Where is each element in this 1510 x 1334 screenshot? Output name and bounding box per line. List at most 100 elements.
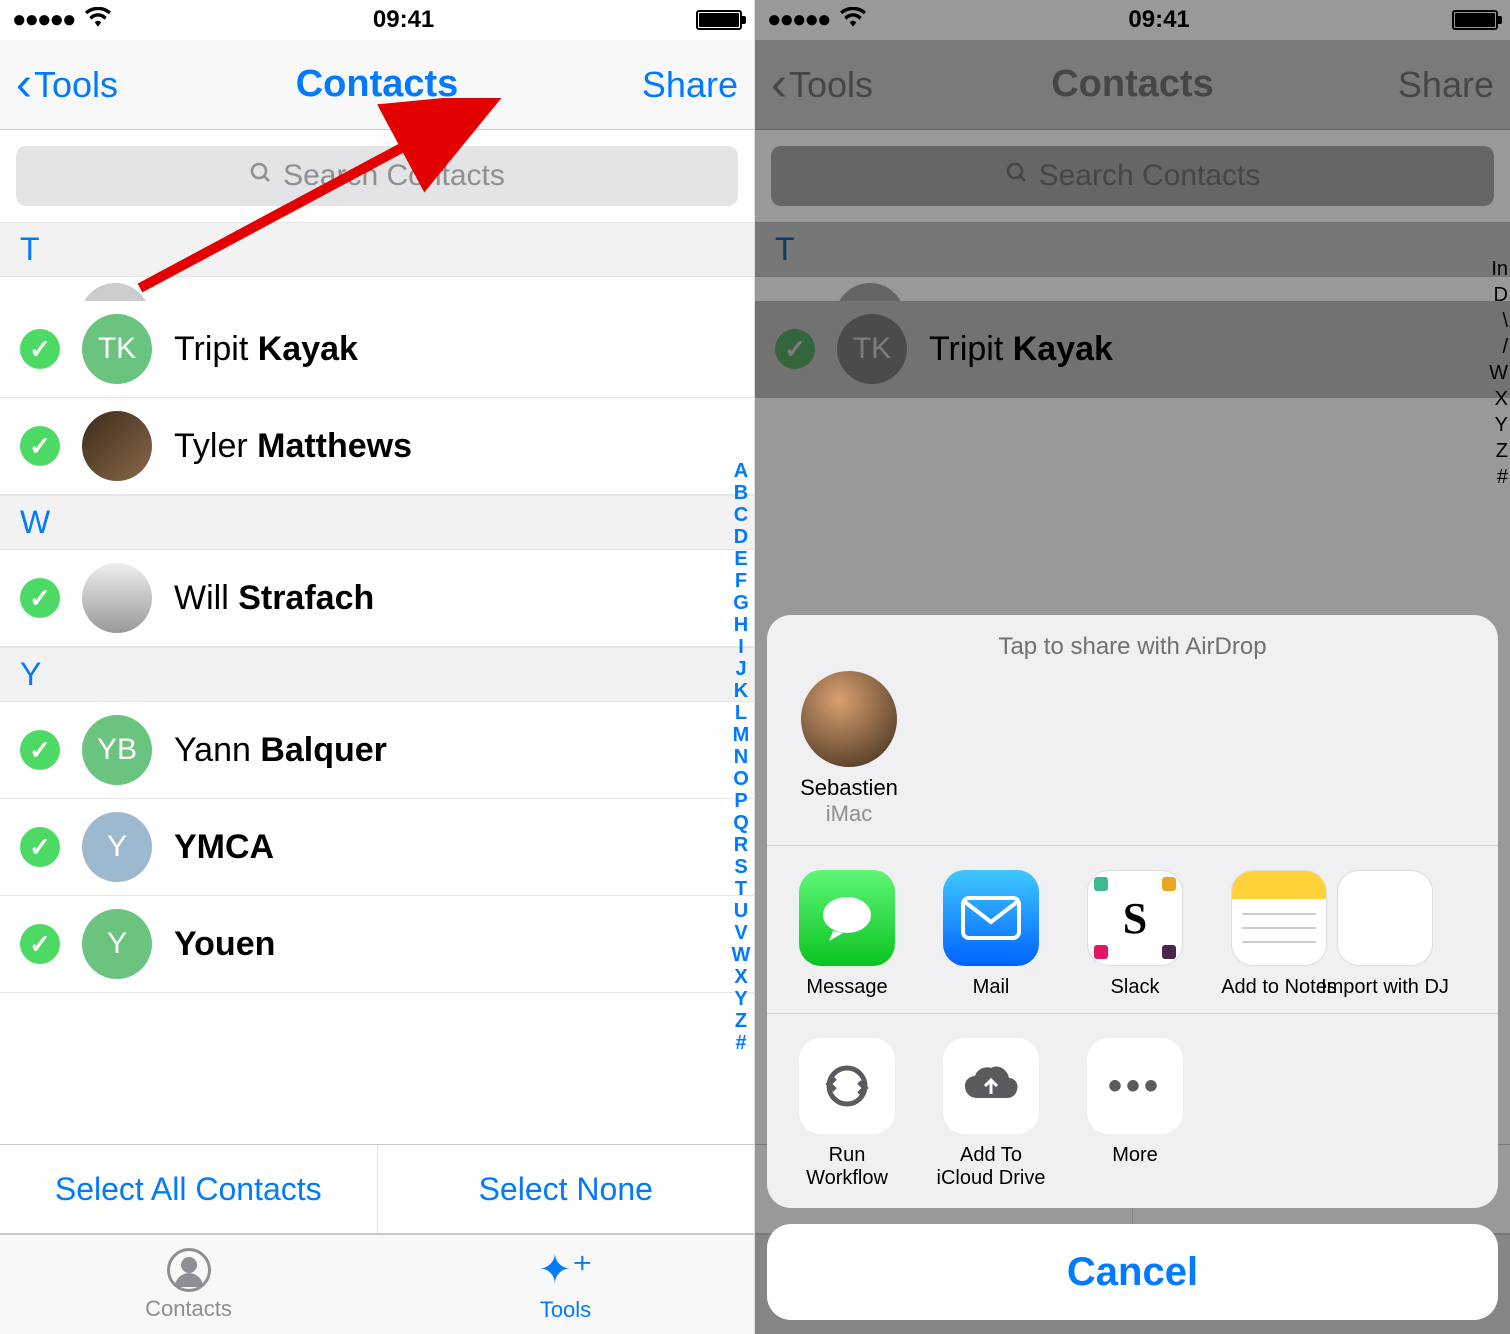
- action-label: Run Workflow: [789, 1144, 905, 1190]
- chevron-left-icon: ‹: [771, 61, 787, 109]
- search-input[interactable]: Search Contacts: [16, 146, 738, 206]
- back-button[interactable]: ‹ Tools: [16, 61, 118, 109]
- contact-name: Tripit Kayak: [174, 330, 358, 369]
- share-button: Share: [1398, 64, 1494, 106]
- share-sheet: Tap to share with AirDrop Sebastien iMac…: [767, 615, 1498, 1320]
- back-label: Tools: [34, 64, 118, 106]
- action-label: More: [1112, 1144, 1158, 1167]
- action-icloud-drive[interactable]: Add To iCloud Drive: [933, 1038, 1049, 1190]
- back-button: ‹ Tools: [771, 61, 873, 109]
- nav-title: Contacts: [296, 63, 459, 106]
- checkmark-icon[interactable]: ✓: [20, 329, 60, 369]
- app-label: Message: [806, 976, 887, 999]
- nav-bar: ‹ Tools Contacts Share: [755, 40, 1510, 130]
- checkmark-icon[interactable]: ✓: [20, 924, 60, 964]
- action-more[interactable]: ••• More: [1077, 1038, 1193, 1190]
- battery-icon: [696, 10, 742, 30]
- status-bar: ●●●●● 09:41: [0, 0, 754, 40]
- action-label: Add To iCloud Drive: [933, 1144, 1049, 1190]
- nav-bar: ‹ Tools Contacts Share: [0, 40, 754, 130]
- contact-name: YMCA: [174, 828, 274, 867]
- contacts-icon: [167, 1248, 211, 1292]
- share-app-message[interactable]: Message: [789, 870, 905, 999]
- search-input: Search Contacts: [771, 146, 1494, 206]
- avatar: Y: [82, 812, 152, 882]
- share-app-import[interactable]: Import with DJ: [1365, 870, 1405, 999]
- signal-icons: ●●●●●: [12, 6, 111, 34]
- battery-icon: [1452, 10, 1498, 30]
- select-bar: Select All Contacts Select None: [0, 1144, 754, 1234]
- section-header-t: T: [0, 222, 754, 277]
- contact-name: Youen: [174, 925, 275, 964]
- alpha-index-partial: InD\/WXYZ#: [1488, 256, 1508, 490]
- contact-row[interactable]: ✓ Will Strafach: [0, 550, 754, 647]
- search-icon: [249, 159, 273, 193]
- app-label: Mail: [973, 976, 1010, 999]
- avatar: Y: [82, 909, 152, 979]
- contact-name: Tyler Matthews: [174, 427, 412, 466]
- checkmark-icon[interactable]: ✓: [20, 827, 60, 867]
- share-app-slack[interactable]: S Slack: [1077, 870, 1193, 999]
- avatar: [82, 563, 152, 633]
- right-phone-screen: ●●●●● 09:41 ‹ Tools Contacts Share Searc…: [755, 0, 1510, 1334]
- more-icon: •••: [1087, 1038, 1183, 1134]
- airdrop-device: iMac: [826, 801, 872, 827]
- share-app-mail[interactable]: Mail: [933, 870, 1049, 999]
- left-phone-screen: ●●●●● 09:41 ‹ Tools Contacts Share Searc…: [0, 0, 755, 1334]
- tab-label: Tools: [540, 1297, 591, 1323]
- search-wrap: Search Contacts: [0, 130, 754, 222]
- icloud-icon: [943, 1038, 1039, 1134]
- notes-icon: [1231, 870, 1327, 966]
- status-time: 09:41: [1128, 6, 1189, 34]
- app-label: Add to Notes: [1221, 976, 1337, 999]
- app-label: Import with DJ: [1321, 976, 1449, 999]
- import-icon: [1337, 870, 1433, 966]
- cancel-button[interactable]: Cancel: [767, 1224, 1498, 1320]
- share-app-notes[interactable]: Add to Notes: [1221, 870, 1337, 999]
- status-bar: ●●●●● 09:41: [755, 0, 1510, 40]
- mail-icon: [943, 870, 1039, 966]
- slack-icon: S: [1087, 870, 1183, 966]
- select-all-button[interactable]: Select All Contacts: [0, 1145, 378, 1233]
- back-label: Tools: [789, 64, 873, 106]
- section-header-y: Y: [0, 647, 754, 702]
- contact-name: Yann Balquer: [174, 731, 387, 770]
- signal-icons: ●●●●●: [767, 6, 866, 34]
- app-label: Slack: [1111, 976, 1160, 999]
- checkmark-icon[interactable]: ✓: [20, 426, 60, 466]
- avatar: [801, 671, 897, 767]
- contact-row[interactable]: ✓ Y Youen: [0, 896, 754, 993]
- avatar: TK: [837, 314, 907, 384]
- airdrop-name: Sebastien: [800, 775, 898, 801]
- sheet-title: Tap to share with AirDrop: [767, 615, 1498, 671]
- avatar: [82, 411, 152, 481]
- avatar: TK: [82, 314, 152, 384]
- contact-name: Tripit Kayak: [929, 330, 1113, 369]
- select-none-button[interactable]: Select None: [378, 1145, 755, 1233]
- avatar: YB: [82, 715, 152, 785]
- search-placeholder: Search Contacts: [283, 159, 505, 193]
- contact-row: ✓ TK Tripit Kayak: [755, 301, 1510, 398]
- contact-row[interactable]: ✓ TK Tripit Kayak: [0, 301, 754, 398]
- messages-icon: [799, 870, 895, 966]
- section-header-w: W: [0, 495, 754, 550]
- contact-row[interactable]: ✓ Y YMCA: [0, 799, 754, 896]
- nav-title: Contacts: [1051, 63, 1214, 106]
- action-run-workflow[interactable]: Run Workflow: [789, 1038, 905, 1190]
- tab-bar: Contacts ✦⁺ Tools: [0, 1234, 754, 1334]
- wand-icon: ✦⁺: [538, 1247, 593, 1293]
- checkmark-icon[interactable]: ✓: [20, 578, 60, 618]
- airdrop-target[interactable]: Sebastien iMac: [789, 671, 909, 827]
- alpha-index[interactable]: ABCDEFGHIJKLMNOPQRSTUVWXYZ#: [731, 460, 751, 1054]
- search-placeholder: Search Contacts: [1039, 159, 1261, 193]
- tab-contacts[interactable]: Contacts: [0, 1235, 377, 1334]
- tab-tools[interactable]: ✦⁺ Tools: [377, 1235, 754, 1334]
- contact-row[interactable]: ✓ YB Yann Balquer: [0, 702, 754, 799]
- tab-label: Contacts: [145, 1296, 232, 1322]
- share-button[interactable]: Share: [642, 64, 738, 106]
- checkmark-icon: ✓: [775, 329, 815, 369]
- checkmark-icon[interactable]: ✓: [20, 730, 60, 770]
- status-time: 09:41: [373, 6, 434, 34]
- contact-row[interactable]: ✓ Tyler Matthews: [0, 398, 754, 495]
- section-header-t: T: [755, 222, 1510, 277]
